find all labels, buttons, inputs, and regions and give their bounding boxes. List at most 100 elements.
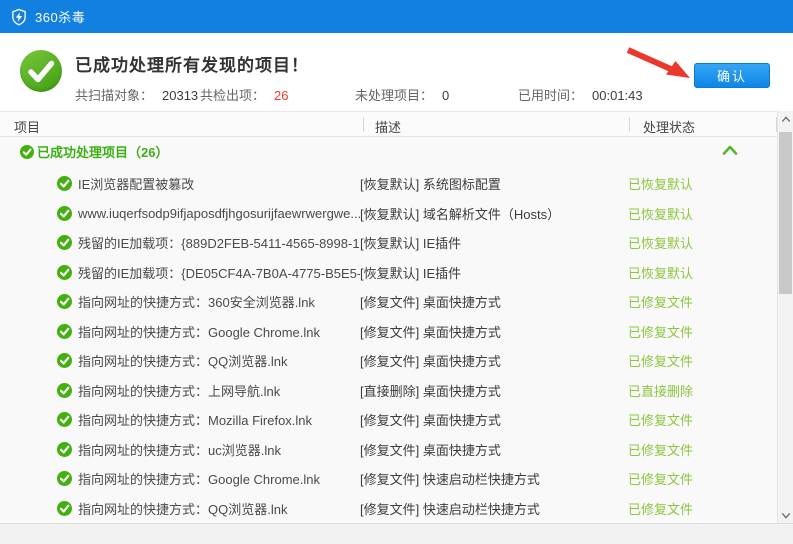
stat-elapsed-value: 00:01:43 (592, 88, 643, 103)
stat-detected-label: 共检出项： (200, 88, 265, 103)
stat-elapsed: 已用时间： 00:01:43 (518, 85, 643, 104)
row-description: [修复文件] 桌面快捷方式 (360, 351, 628, 370)
table-row[interactable]: 指向网址的快捷方式：uc浏览器.lnk [修复文件] 桌面快捷方式 已修复文件 (0, 435, 777, 465)
column-divider (363, 117, 364, 132)
row-status: 已修复文件 (628, 292, 693, 311)
stat-unprocessed-value: 0 (442, 88, 449, 103)
collapse-chevron-icon[interactable] (722, 145, 738, 155)
stat-scanned-value: 20313 (162, 88, 198, 103)
row-description: [恢复默认] 系统图标配置 (360, 174, 628, 193)
row-check-icon (57, 265, 72, 280)
row-check-icon (57, 471, 72, 486)
table-row[interactable]: 指向网址的快捷方式：Mozilla Firefox.lnk [修复文件] 桌面快… (0, 405, 777, 435)
row-description: [恢复默认] 域名解析文件（Hosts） (360, 204, 628, 223)
stat-scanned-label: 共扫描对象： (75, 88, 153, 103)
app-title: 360杀毒 (35, 7, 85, 26)
antivirus-result-window: 360杀毒 已成功处理所有发现的项目！ 共扫描对象： 20313 共检出项： 26 … (0, 0, 793, 544)
status-footer (0, 523, 793, 544)
row-status: 已直接删除 (628, 381, 693, 400)
chevron-down-icon (781, 512, 791, 519)
stat-unprocessed: 未处理项目： 0 (355, 85, 449, 104)
row-check-icon (57, 501, 72, 516)
group-header-processed[interactable]: 已成功处理项目（26） (20, 142, 168, 161)
column-divider (629, 117, 630, 132)
row-description: [恢复默认] IE插件 (360, 263, 628, 282)
row-item: IE浏览器配置被篡改 (78, 174, 360, 193)
row-status: 已修复文件 (628, 499, 693, 518)
group-header-label: 已成功处理项目（26） (37, 142, 168, 161)
row-check-icon (57, 442, 72, 457)
row-check-icon (57, 383, 72, 398)
table-row[interactable]: 指向网址的快捷方式：Google Chrome.lnk [修复文件] 桌面快捷方… (0, 317, 777, 347)
row-description: [直接删除] 桌面快捷方式 (360, 381, 628, 400)
table-header: 项目 描述 处理状态 (0, 111, 793, 137)
row-description: [修复文件] 快速启动栏快捷方式 (360, 499, 628, 518)
table-row[interactable]: www.iuqerfsodp9ifjaposdfjhgosurijfaewrwe… (0, 199, 777, 229)
row-item: 指向网址的快捷方式：Google Chrome.lnk (78, 469, 360, 488)
row-item: 指向网址的快捷方式：uc浏览器.lnk (78, 440, 360, 459)
row-item: 指向网址的快捷方式：360安全浏览器.lnk (78, 292, 360, 311)
row-description: [修复文件] 桌面快捷方式 (360, 322, 628, 341)
row-check-icon (57, 412, 72, 427)
table-row[interactable]: 指向网址的快捷方式：360安全浏览器.lnk [修复文件] 桌面快捷方式 已修复… (0, 287, 777, 317)
table-row[interactable]: 指向网址的快捷方式：QQ浏览器.lnk [修复文件] 快速启动栏快捷方式 已修复… (0, 494, 777, 523)
group-check-icon (20, 145, 34, 159)
row-item: 残留的IE加载项：{DE05CF4A-7B0A-4775-B5E5-39... (78, 263, 360, 282)
row-description: [恢复默认] IE插件 (360, 233, 628, 252)
table-row[interactable]: 残留的IE加载项：{889D2FEB-5411-4565-8998-1D... … (0, 228, 777, 258)
row-status: 已修复文件 (628, 469, 693, 488)
table-row[interactable]: 残留的IE加载项：{DE05CF4A-7B0A-4775-B5E5-39... … (0, 258, 777, 288)
title-bar: 360杀毒 (0, 0, 793, 33)
stat-unprocessed-label: 未处理项目： (355, 88, 433, 103)
row-item: 指向网址的快捷方式：QQ浏览器.lnk (78, 351, 360, 370)
confirm-button[interactable]: 确认 (694, 63, 770, 88)
table-row[interactable]: 指向网址的快捷方式：上网导航.lnk [直接删除] 桌面快捷方式 已直接删除 (0, 376, 777, 406)
row-status: 已恢复默认 (628, 263, 693, 282)
column-item: 项目 (14, 117, 40, 136)
stat-detected: 共检出项： 26 (200, 85, 288, 104)
column-description: 描述 (375, 117, 401, 136)
scrollbar-thumb[interactable] (779, 132, 792, 294)
row-item: 指向网址的快捷方式：QQ浏览器.lnk (78, 499, 360, 518)
vertical-scrollbar[interactable] (777, 111, 793, 523)
annotation-arrow (618, 45, 702, 87)
stat-elapsed-label: 已用时间： (518, 88, 583, 103)
row-check-icon (57, 324, 72, 339)
row-description: [修复文件] 快速启动栏快捷方式 (360, 469, 628, 488)
row-item: 指向网址的快捷方式：Google Chrome.lnk (78, 322, 360, 341)
row-check-icon (57, 176, 72, 191)
row-status: 已修复文件 (628, 410, 693, 429)
scroll-down-button[interactable] (778, 507, 793, 523)
success-check-icon (20, 50, 62, 92)
result-summary-panel: 已成功处理所有发现的项目！ 共扫描对象： 20313 共检出项： 26 未处理项目：… (0, 33, 793, 111)
row-status: 已恢复默认 (628, 204, 693, 223)
app-shield-icon (10, 8, 28, 26)
rows-container: IE浏览器配置被篡改 [恢复默认] 系统图标配置 已恢复默认 www.iuqer… (0, 169, 777, 522)
row-description: [修复文件] 桌面快捷方式 (360, 292, 628, 311)
row-status: 已恢复默认 (628, 174, 693, 193)
row-status: 已恢复默认 (628, 233, 693, 252)
row-status: 已修复文件 (628, 322, 693, 341)
row-status: 已修复文件 (628, 440, 693, 459)
scroll-up-button[interactable] (778, 111, 793, 127)
row-item: 残留的IE加载项：{889D2FEB-5411-4565-8998-1D... (78, 233, 360, 252)
chevron-up-icon (781, 116, 791, 123)
result-title: 已成功处理所有发现的项目！ (75, 51, 309, 76)
result-list: 已成功处理项目（26） IE浏览器配置被篡改 [恢复默认] 系统图标配置 已恢复… (0, 137, 777, 522)
stat-detected-value: 26 (274, 88, 288, 103)
table-row[interactable]: 指向网址的快捷方式：QQ浏览器.lnk [修复文件] 桌面快捷方式 已修复文件 (0, 346, 777, 376)
table-row[interactable]: IE浏览器配置被篡改 [恢复默认] 系统图标配置 已恢复默认 (0, 169, 777, 199)
row-check-icon (57, 235, 72, 250)
row-description: [修复文件] 桌面快捷方式 (360, 410, 628, 429)
row-check-icon (57, 206, 72, 221)
row-item: www.iuqerfsodp9ifjaposdfjhgosurijfaewrwe… (78, 206, 360, 221)
row-check-icon (57, 294, 72, 309)
row-status: 已修复文件 (628, 351, 693, 370)
row-item: 指向网址的快捷方式：Mozilla Firefox.lnk (78, 410, 360, 429)
stat-scanned: 共扫描对象： 20313 (75, 85, 198, 104)
column-status: 处理状态 (643, 117, 695, 136)
row-description: [修复文件] 桌面快捷方式 (360, 440, 628, 459)
table-row[interactable]: 指向网址的快捷方式：Google Chrome.lnk [修复文件] 快速启动栏… (0, 464, 777, 494)
row-item: 指向网址的快捷方式：上网导航.lnk (78, 381, 360, 400)
row-check-icon (57, 353, 72, 368)
